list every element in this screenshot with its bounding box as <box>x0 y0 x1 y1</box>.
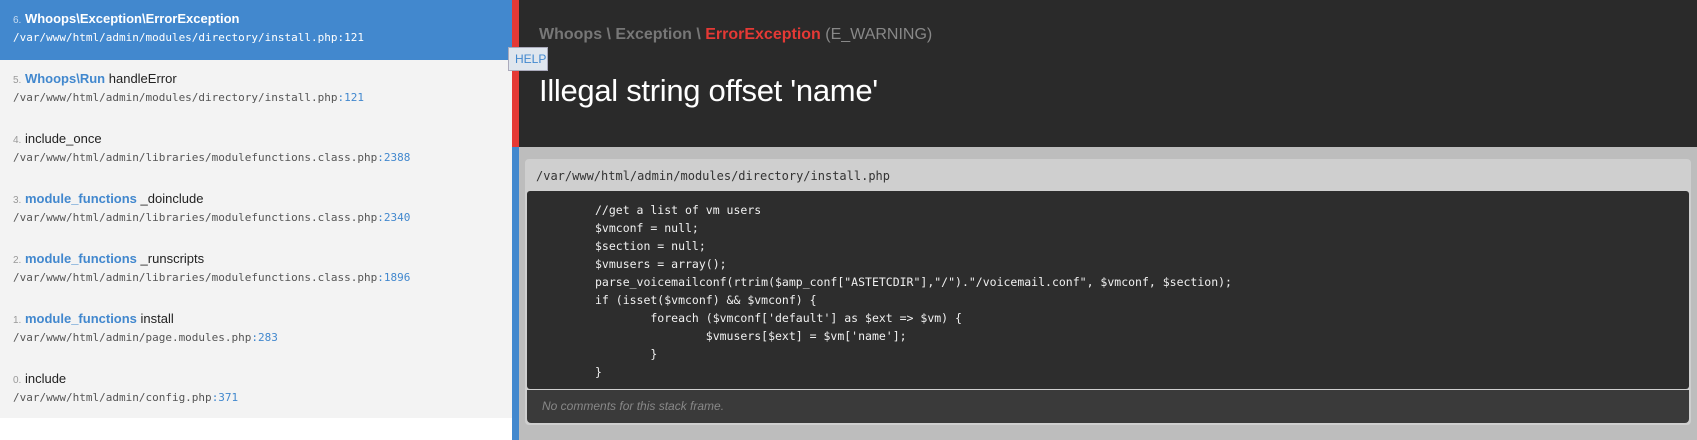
code-line: if (isset($vmconf) && $vmconf) { <box>595 293 817 307</box>
frame-class: Whoops\Run <box>24 71 106 86</box>
frame-file: /var/www/html/admin/libraries/modulefunc… <box>13 151 378 164</box>
frame-file: /var/www/html/admin/libraries/modulefunc… <box>13 211 378 224</box>
frame-line: :121 <box>337 31 365 44</box>
code-line: } <box>595 365 602 379</box>
frame-comments: No comments for this stack frame. <box>527 390 1689 423</box>
frame-function: handleError <box>108 71 177 86</box>
no-comments-text: No comments for this stack frame. <box>542 399 725 413</box>
frame-file: /var/www/html/admin/config.php <box>13 391 212 404</box>
frame-class: module_functions <box>24 191 137 206</box>
code-line: } <box>595 347 658 361</box>
stack-frame-5[interactable]: 5. Whoops\Run handleError /var/www/html/… <box>0 60 512 120</box>
stack-frame-list: 6. Whoops\Exception\ErrorException /var/… <box>0 0 512 418</box>
code-block: //get a list of vm users $vmconf = null; $… <box>527 191 1689 389</box>
code-line: $vmusers = array(); <box>595 257 727 271</box>
frame-line: :2388 <box>377 151 411 164</box>
exception-namespace: Whoops \ Exception \ <box>539 26 701 43</box>
frame-index: 3. <box>13 195 22 206</box>
stack-frame-2[interactable]: 2. module_functions _runscripts /var/www… <box>0 240 512 300</box>
frame-line: :2340 <box>377 211 411 224</box>
code-frame: /var/www/html/admin/modules/directory/in… <box>525 159 1691 425</box>
help-button[interactable]: HELP <box>508 47 548 71</box>
frame-class: module_functions <box>24 311 137 326</box>
frame-index: 0. <box>13 375 22 386</box>
code-file-path[interactable]: /var/www/html/admin/modules/directory/in… <box>536 169 890 183</box>
frame-index: 1. <box>13 315 22 326</box>
frame-index: 2. <box>13 255 22 266</box>
exception-class: Whoops \ Exception \ ErrorException (E_W… <box>539 26 932 44</box>
code-line: parse_voicemailconf(rtrim($amp_conf["AST… <box>595 275 1232 289</box>
frame-function: _runscripts <box>140 251 205 266</box>
frame-function: install <box>140 311 174 326</box>
code-line: foreach ($vmconf['default'] as $ext => $… <box>595 311 962 325</box>
frame-function: include_once <box>24 131 102 146</box>
frame-index: 5. <box>13 75 22 86</box>
code-line: $section = null; <box>595 239 706 253</box>
stack-frame-4[interactable]: 4. include_once /var/www/html/admin/libr… <box>0 120 512 180</box>
exception-class-name: ErrorException <box>705 26 821 43</box>
stack-frame-0[interactable]: 0. include /var/www/html/admin/config.ph… <box>0 360 512 420</box>
frame-function: include <box>24 371 67 386</box>
code-line: $vmconf = null; <box>595 221 699 235</box>
code-lines: //get a list of vm users $vmconf = null; $… <box>595 201 1232 381</box>
stack-frame-1[interactable]: 1. module_functions install /var/www/htm… <box>0 300 512 360</box>
frame-class: module_functions <box>24 251 137 266</box>
code-line: //get a list of vm users <box>595 203 762 217</box>
frame-file: /var/www/html/admin/modules/directory/in… <box>13 91 338 104</box>
exception-severity: (E_WARNING) <box>825 26 933 43</box>
frame-file: /var/www/html/admin/page.modules.php <box>13 331 252 344</box>
exception-header: Whoops \ Exception \ ErrorException (E_W… <box>512 0 1697 147</box>
frame-line: :1896 <box>377 271 411 284</box>
frame-file: /var/www/html/admin/modules/directory/in… <box>13 31 338 44</box>
frame-class: Whoops\Exception\ErrorException <box>24 11 240 26</box>
frame-line: :121 <box>337 91 365 104</box>
frame-file: /var/www/html/admin/libraries/modulefunc… <box>13 271 378 284</box>
stack-frame-6[interactable]: 6. Whoops\Exception\ErrorException /var/… <box>0 0 512 60</box>
code-line: $vmusers[$ext] = $vm['name']; <box>595 329 907 343</box>
frame-function: _doinclude <box>140 191 204 206</box>
frame-line: :283 <box>251 331 278 344</box>
frame-index: 6. <box>13 15 22 26</box>
frame-details-panel: Whoops \ Exception \ ErrorException (E_W… <box>512 0 1697 440</box>
stack-frame-3[interactable]: 3. module_functions _doinclude /var/www/… <box>0 180 512 240</box>
frame-line: :371 <box>211 391 239 404</box>
exception-message: Illegal string offset 'name' <box>539 73 878 108</box>
frame-index: 4. <box>13 135 22 146</box>
